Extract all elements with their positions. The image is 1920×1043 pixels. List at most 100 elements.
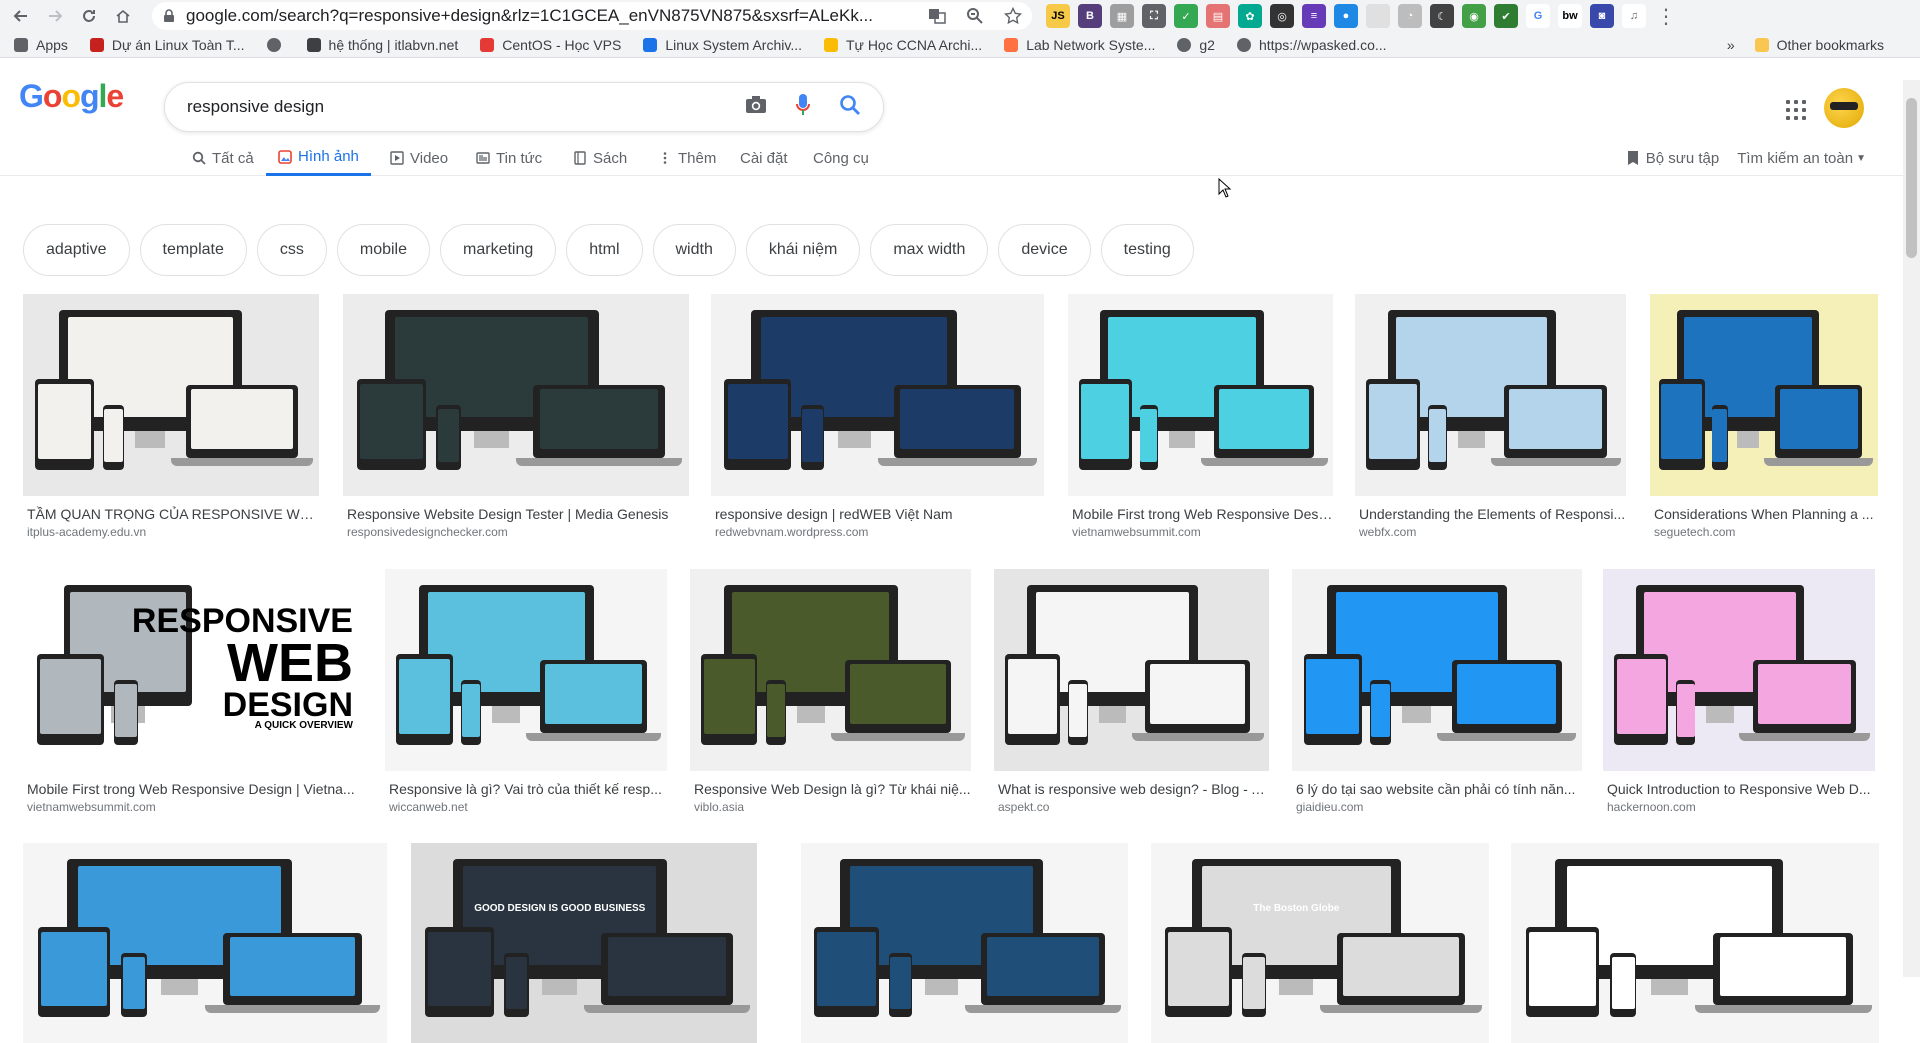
- zoom-icon[interactable]: [966, 7, 984, 25]
- google-logo[interactable]: Google: [19, 78, 124, 115]
- result-title[interactable]: Responsive là gì? Vai trò của thiết kế r…: [385, 781, 667, 797]
- result-thumbnail[interactable]: [1292, 569, 1582, 771]
- result-thumbnail[interactable]: [385, 569, 667, 771]
- related-chip[interactable]: template: [139, 224, 247, 276]
- bookmark-item[interactable]: Apps: [14, 37, 68, 53]
- avatar[interactable]: [1824, 88, 1864, 128]
- search-box[interactable]: responsive design: [164, 82, 884, 132]
- bookmark-item[interactable]: Dự án Linux Toàn T...: [89, 37, 245, 53]
- result-thumbnail[interactable]: GOOD DESIGN IS GOOD BUSINESS: [411, 843, 757, 1043]
- related-chip[interactable]: html: [566, 224, 643, 276]
- timer-extension-icon[interactable]: ◔: [1398, 4, 1422, 28]
- bookmark-item[interactable]: Linux System Archiv...: [643, 37, 802, 53]
- image-result[interactable]: Understanding the Elements of Responsi..…: [1355, 294, 1626, 539]
- grid-extension-icon[interactable]: ▦: [1110, 4, 1134, 28]
- other-bookmarks-folder[interactable]: Other bookmarks: [1754, 37, 1884, 53]
- related-chip[interactable]: width: [652, 224, 736, 276]
- result-title[interactable]: 6 lý do tại sao website cần phải có tính…: [1292, 781, 1582, 797]
- tab-more[interactable]: Thêm: [658, 140, 716, 176]
- blank-extension-icon[interactable]: [1366, 4, 1390, 28]
- reload-button[interactable]: [76, 3, 102, 29]
- tab-image[interactable]: Hình ảnh: [266, 140, 371, 176]
- result-thumbnail[interactable]: [1650, 294, 1878, 496]
- result-thumbnail[interactable]: [343, 294, 689, 496]
- bookmark-item[interactable]: hệ thống | itlabvn.net: [306, 37, 458, 53]
- related-chip[interactable]: khái niệm: [745, 224, 861, 276]
- result-title[interactable]: Responsive Web Design là gì? Từ khái niệ…: [690, 781, 971, 797]
- page-scrollbar[interactable]: [1903, 80, 1920, 977]
- bookmark-item[interactable]: g2: [1177, 37, 1215, 53]
- calendar-extension-icon[interactable]: ▤: [1206, 4, 1230, 28]
- tab-search[interactable]: Tất cả: [192, 140, 254, 176]
- image-result[interactable]: [801, 843, 1128, 1043]
- result-thumbnail[interactable]: [1511, 843, 1879, 1043]
- forward-button[interactable]: [42, 3, 68, 29]
- collection-link[interactable]: Bộ sưu tập: [1626, 150, 1719, 167]
- image-result[interactable]: Responsive là gì? Vai trò của thiết kế r…: [385, 569, 667, 814]
- image-result[interactable]: RESPONSIVE WEB DESIGN A QUICK OVERVIEW Mobil…: [23, 569, 361, 814]
- image-result[interactable]: The Boston Globe: [1151, 843, 1489, 1043]
- result-title[interactable]: What is responsive web design? - Blog - …: [994, 781, 1269, 797]
- home-button[interactable]: [110, 3, 136, 29]
- camera-icon[interactable]: [745, 95, 767, 120]
- image-result[interactable]: TẦM QUAN TRỌNG CỦA RESPONSIVE WEB ... itp…: [23, 294, 319, 539]
- related-chip[interactable]: mobile: [336, 224, 431, 276]
- translate-icon[interactable]: [928, 7, 946, 25]
- result-thumbnail[interactable]: [1355, 294, 1626, 496]
- result-source[interactable]: vietnamwebsummit.com: [1068, 525, 1333, 539]
- result-source[interactable]: seguetech.com: [1650, 525, 1878, 539]
- bookmark-item[interactable]: [266, 37, 289, 52]
- result-source[interactable]: itplus-academy.edu.vn: [23, 525, 319, 539]
- result-thumbnail[interactable]: [994, 569, 1269, 771]
- bw-extension-icon[interactable]: bw: [1558, 4, 1582, 28]
- circle-extension-icon[interactable]: ◎: [1270, 4, 1294, 28]
- related-chip[interactable]: testing: [1100, 224, 1194, 276]
- google-apps-icon[interactable]: [1786, 100, 1806, 120]
- tab-video[interactable]: Video: [390, 140, 448, 176]
- result-title[interactable]: Considerations When Planning a ...: [1650, 506, 1878, 522]
- result-thumbnail[interactable]: [801, 843, 1128, 1043]
- shield-extension-icon[interactable]: ✔: [1494, 4, 1518, 28]
- bootstrap-extension-icon[interactable]: B: [1078, 4, 1102, 28]
- result-source[interactable]: wiccanweb.net: [385, 800, 667, 814]
- image-result[interactable]: Quick Introduction to Responsive Web D..…: [1603, 569, 1875, 814]
- result-title[interactable]: TẦM QUAN TRỌNG CỦA RESPONSIVE WEB ...: [23, 506, 319, 522]
- tab-news[interactable]: Tin tức: [476, 140, 542, 176]
- microphone-icon[interactable]: [795, 93, 811, 122]
- safe-search-dropdown[interactable]: Tìm kiếm an toàn ▼: [1737, 150, 1866, 167]
- bookmark-item[interactable]: Lab Network Syste...: [1004, 37, 1155, 53]
- globe-extension-icon[interactable]: ◉: [1462, 4, 1486, 28]
- check-extension-icon[interactable]: ✓: [1174, 4, 1198, 28]
- result-source[interactable]: webfx.com: [1355, 525, 1626, 539]
- tab-book[interactable]: Sách: [573, 140, 627, 176]
- google-extension-icon[interactable]: G: [1526, 4, 1550, 28]
- related-chip[interactable]: device: [998, 224, 1091, 276]
- tab-link-7[interactable]: Công cụ: [813, 140, 869, 176]
- image-result[interactable]: GOOD DESIGN IS GOOD BUSINESS: [411, 843, 757, 1043]
- result-source[interactable]: vietnamwebsummit.com: [23, 800, 361, 814]
- result-source[interactable]: giaidieu.com: [1292, 800, 1582, 814]
- search-icon[interactable]: [839, 94, 861, 121]
- result-source[interactable]: redwebvnam.wordpress.com: [711, 525, 1044, 539]
- moon-extension-icon[interactable]: ☾: [1430, 4, 1454, 28]
- image-result[interactable]: Considerations When Planning a ... seguet…: [1650, 294, 1878, 539]
- js-extension-icon[interactable]: JS: [1046, 4, 1070, 28]
- back-button[interactable]: [8, 3, 34, 29]
- address-bar[interactable]: google.com/search?q=responsive+design&rl…: [152, 2, 1032, 30]
- image-result[interactable]: Responsive Website Design Tester | Media…: [343, 294, 689, 539]
- lines-extension-icon[interactable]: ≡: [1302, 4, 1326, 28]
- image-result[interactable]: Mobile First trong Web Responsive Desi..…: [1068, 294, 1333, 539]
- tab-link-6[interactable]: Cài đặt: [740, 140, 788, 176]
- box-extension-icon[interactable]: ◙: [1590, 4, 1614, 28]
- scrollbar-thumb[interactable]: [1906, 98, 1917, 258]
- image-result[interactable]: What is responsive web design? - Blog - …: [994, 569, 1269, 814]
- image-result[interactable]: [23, 843, 387, 1043]
- url-text[interactable]: google.com/search?q=responsive+design&rl…: [186, 6, 928, 26]
- bookmark-item[interactable]: CentOS - Học VPS: [480, 37, 621, 53]
- screenshot-extension-icon[interactable]: ⛶: [1142, 4, 1166, 28]
- result-thumbnail[interactable]: [1603, 569, 1875, 771]
- browser-menu-icon[interactable]: ⋮: [1656, 4, 1676, 29]
- result-thumbnail[interactable]: [1068, 294, 1333, 496]
- result-source[interactable]: aspekt.co: [994, 800, 1269, 814]
- result-title[interactable]: Quick Introduction to Responsive Web D..…: [1603, 781, 1875, 797]
